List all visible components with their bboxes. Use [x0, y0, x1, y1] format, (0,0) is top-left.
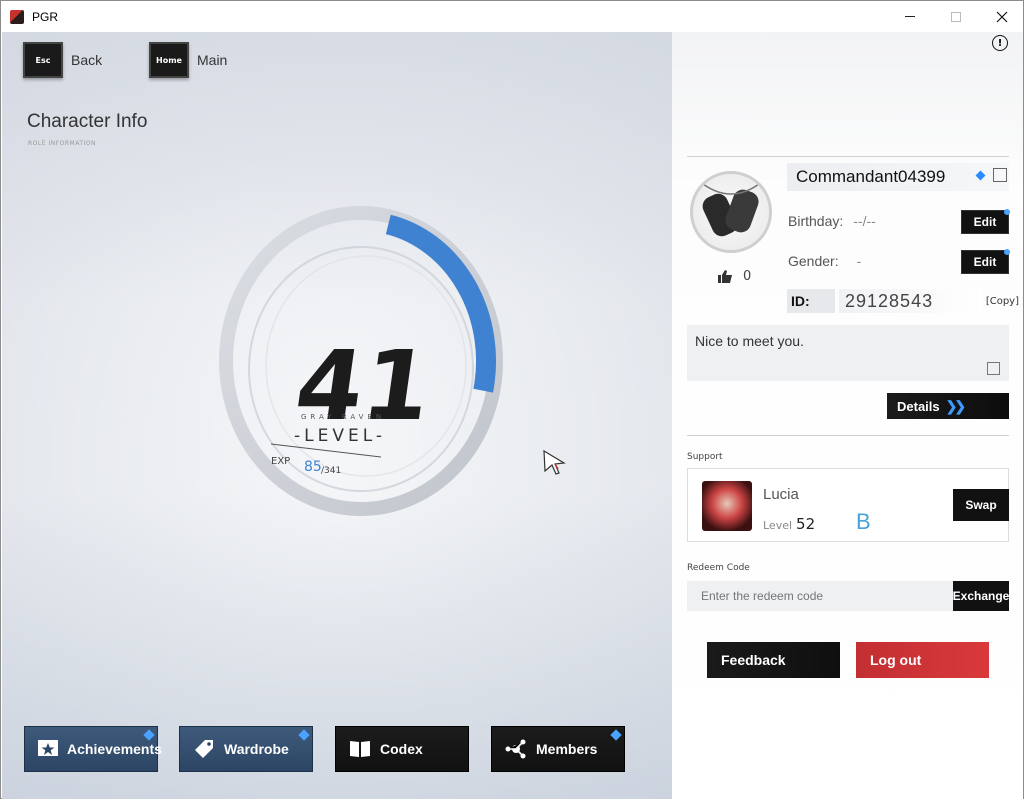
- notification-dot-icon: [1004, 209, 1010, 215]
- back-button[interactable]: Esc Back: [23, 42, 102, 78]
- birthday-value: --/--: [853, 213, 876, 229]
- birthday-label: Birthday:: [788, 213, 844, 229]
- edit-gender-button[interactable]: Edit: [961, 249, 1010, 274]
- back-label: Back: [71, 52, 103, 68]
- exp-max: /341: [321, 466, 341, 476]
- details-label: Details: [897, 398, 940, 414]
- maximize-button[interactable]: [933, 1, 979, 32]
- app-window: PGR Esc Back Home Main Character Info RO…: [0, 0, 1024, 799]
- diamond-icon: [975, 170, 986, 181]
- redeem-section-label: Redeem Code: [687, 563, 750, 573]
- edit-pen-icon[interactable]: [993, 168, 1007, 182]
- main-button[interactable]: Home Main: [149, 42, 227, 78]
- support-level-label: Level: [763, 519, 793, 532]
- swap-button[interactable]: Swap: [953, 489, 1009, 521]
- double-chevron-right-icon: ❯❯: [945, 397, 967, 414]
- likes-counter[interactable]: 0: [717, 269, 751, 284]
- id-row: ID: 29128543 [Copy]: [787, 289, 1019, 313]
- support-rank: B: [856, 509, 871, 534]
- support-section-label: Support: [687, 452, 723, 462]
- gender-row: Gender: -: [788, 253, 861, 269]
- new-indicator-icon: [143, 729, 155, 741]
- avatar[interactable]: [690, 171, 772, 253]
- gender-label: Gender:: [788, 253, 839, 269]
- codex-label: Codex: [380, 741, 423, 757]
- minimize-button[interactable]: [887, 1, 933, 32]
- home-keycap: Home: [149, 42, 189, 78]
- info-icon[interactable]: !: [992, 35, 1008, 51]
- wardrobe-button[interactable]: Wardrobe: [179, 726, 313, 772]
- edit-birthday-button[interactable]: Edit: [961, 209, 1010, 234]
- support-level-value: 52: [796, 515, 816, 533]
- commandant-name-field[interactable]: Commandant04399: [787, 163, 1009, 191]
- details-button[interactable]: Details ❯❯: [887, 393, 1009, 419]
- support-level-row: Level 52: [763, 515, 815, 533]
- edit-pen-icon[interactable]: [987, 362, 1000, 375]
- feedback-button[interactable]: Feedback: [707, 642, 840, 678]
- new-indicator-icon: [610, 729, 622, 741]
- close-button[interactable]: [979, 1, 1024, 32]
- window-title: PGR: [32, 9, 59, 24]
- avatar-dogtag-icon: [702, 183, 760, 237]
- members-label: Members: [536, 741, 598, 757]
- support-character-name: Lucia: [763, 486, 799, 503]
- maximize-icon: [951, 11, 961, 22]
- wardrobe-label: Wardrobe: [224, 741, 289, 757]
- divider: [687, 156, 1009, 157]
- main-label: Main: [197, 52, 228, 68]
- copy-id-button[interactable]: [Copy]: [986, 296, 1019, 307]
- title-bar: PGR: [1, 1, 1023, 32]
- exp-label: EXP: [271, 456, 290, 467]
- support-character-portrait: [702, 481, 752, 531]
- exchange-button[interactable]: Exchange: [953, 581, 1009, 611]
- redeem-code-input[interactable]: [687, 581, 953, 611]
- exp-current: 85: [304, 459, 322, 475]
- book-icon: [348, 738, 372, 760]
- gender-value: -: [856, 253, 862, 269]
- esc-keycap: Esc: [23, 42, 63, 78]
- achievements-button[interactable]: Achievements: [24, 726, 162, 772]
- page-title: Character Info: [27, 111, 148, 132]
- new-indicator-icon: [298, 729, 310, 741]
- commandant-name: Commandant04399: [796, 167, 946, 186]
- level-ring: 41 GRAY RAVEN -LEVEL- EXP 85 /341: [219, 206, 503, 516]
- birthday-row: Birthday: --/--: [788, 213, 876, 229]
- mouse-cursor-icon: [543, 449, 566, 475]
- level-caption: -LEVEL-: [294, 426, 386, 446]
- logout-button[interactable]: Log out: [856, 642, 989, 678]
- id-label: ID:: [787, 289, 835, 313]
- signature-box[interactable]: Nice to meet you.: [687, 325, 1009, 381]
- signature-text: Nice to meet you.: [695, 333, 804, 349]
- network-nodes-icon: [504, 738, 528, 760]
- notification-dot-icon: [1004, 249, 1010, 255]
- tag-icon: [192, 738, 216, 760]
- codex-button[interactable]: Codex: [335, 726, 469, 772]
- edit-label: Edit: [973, 215, 997, 229]
- level-caption-small: GRAY RAVEN: [301, 413, 385, 421]
- edit-label: Edit: [973, 255, 997, 269]
- achievement-star-icon: [37, 738, 59, 760]
- id-value: 29128543: [839, 289, 982, 313]
- app-logo-icon: [10, 9, 24, 24]
- achievements-label: Achievements: [67, 741, 162, 757]
- page-subtitle: ROLE INFORMATION: [28, 140, 96, 147]
- close-icon: [996, 11, 1008, 22]
- minimize-icon: [905, 16, 915, 17]
- likes-count: 0: [743, 269, 752, 284]
- members-button[interactable]: Members: [491, 726, 625, 772]
- thumbs-up-icon: [718, 270, 732, 283]
- divider: [687, 435, 1009, 436]
